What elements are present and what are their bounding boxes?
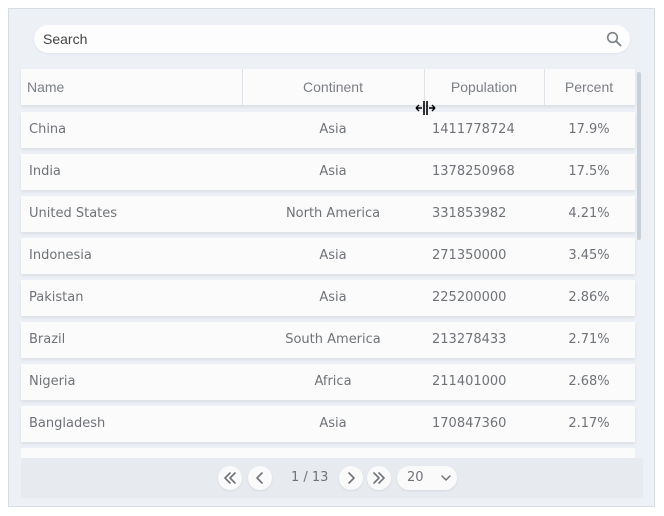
cell-name: Nigeria	[29, 374, 76, 389]
last-page-button[interactable]	[367, 466, 391, 490]
table-row[interactable]: Pakistan Asia 225200000 2.86%	[21, 280, 635, 316]
table-widget: Name Continent Population Percent China …	[8, 8, 655, 507]
cell-continent: North America	[285, 206, 381, 221]
last-page-icon	[373, 472, 385, 484]
table-row[interactable]: Bangladesh Asia 170847360 2.17%	[21, 406, 635, 442]
cell-percent: 3.45%	[568, 248, 610, 263]
pagination-bar: 1 / 13 20	[21, 458, 643, 498]
cell-continent: Asia	[319, 416, 347, 431]
prev-page-icon	[256, 472, 263, 484]
table-header: Name Continent Population Percent	[21, 69, 635, 105]
search-box	[34, 25, 630, 53]
cell-population: 1378250968	[432, 164, 515, 179]
cell-continent: Asia	[319, 122, 347, 137]
cell-name: China	[29, 122, 67, 137]
column-header-percent[interactable]: Percent	[544, 69, 634, 105]
cell-percent: 4.21%	[568, 206, 610, 221]
cell-continent: South America	[285, 332, 381, 347]
cell-name: Bangladesh	[29, 416, 106, 431]
next-page-icon	[348, 472, 355, 484]
table-row-partial[interactable]	[21, 448, 635, 458]
cell-name: India	[29, 164, 61, 179]
prev-page-button[interactable]	[248, 466, 272, 490]
cell-name: Brazil	[29, 332, 66, 347]
column-header-continent[interactable]: Continent	[242, 69, 424, 105]
page-indicator: 1 / 13	[291, 470, 329, 485]
cell-continent: Asia	[319, 248, 347, 263]
column-resize-cursor-icon	[414, 100, 438, 116]
cell-population: 331853982	[432, 206, 507, 221]
next-page-button[interactable]	[339, 466, 363, 490]
cell-population: 213278433	[432, 332, 507, 347]
cell-population: 1411778724	[432, 122, 515, 137]
column-header-name[interactable]: Name	[27, 69, 64, 105]
cell-name: Indonesia	[29, 248, 92, 263]
search-input[interactable]	[43, 25, 593, 53]
table-row[interactable]: China Asia 1411778724 17.9%	[21, 112, 635, 148]
first-page-button[interactable]	[218, 466, 242, 490]
table-row[interactable]: Nigeria Africa 211401000 2.68%	[21, 364, 635, 400]
page-size-select[interactable]: 20	[397, 466, 457, 490]
first-page-icon	[224, 472, 236, 484]
page-size-value: 20	[407, 470, 424, 485]
cell-percent: 17.5%	[568, 164, 610, 179]
cell-population: 225200000	[432, 290, 507, 305]
search-icon[interactable]	[606, 31, 622, 47]
cell-percent: 2.71%	[568, 332, 610, 347]
cell-population: 170847360	[432, 416, 507, 431]
cell-continent: Asia	[319, 290, 347, 305]
cell-continent: Asia	[319, 164, 347, 179]
table-row[interactable]: India Asia 1378250968 17.5%	[21, 154, 635, 190]
chevron-down-icon	[441, 475, 451, 481]
cell-percent: 2.17%	[568, 416, 610, 431]
table-row[interactable]: Indonesia Asia 271350000 3.45%	[21, 238, 635, 274]
cell-continent: Africa	[314, 374, 352, 389]
table-row[interactable]: United States North America 331853982 4.…	[21, 196, 635, 232]
cell-name: Pakistan	[29, 290, 84, 305]
table-row[interactable]: Brazil South America 213278433 2.71%	[21, 322, 635, 358]
cell-percent: 2.68%	[568, 374, 610, 389]
column-header-population[interactable]: Population	[424, 69, 544, 105]
cell-population: 271350000	[432, 248, 507, 263]
cell-percent: 2.86%	[568, 290, 610, 305]
cell-name: United States	[29, 206, 118, 221]
cell-percent: 17.9%	[568, 122, 610, 137]
vertical-scrollbar[interactable]	[637, 72, 641, 240]
cell-population: 211401000	[432, 374, 507, 389]
